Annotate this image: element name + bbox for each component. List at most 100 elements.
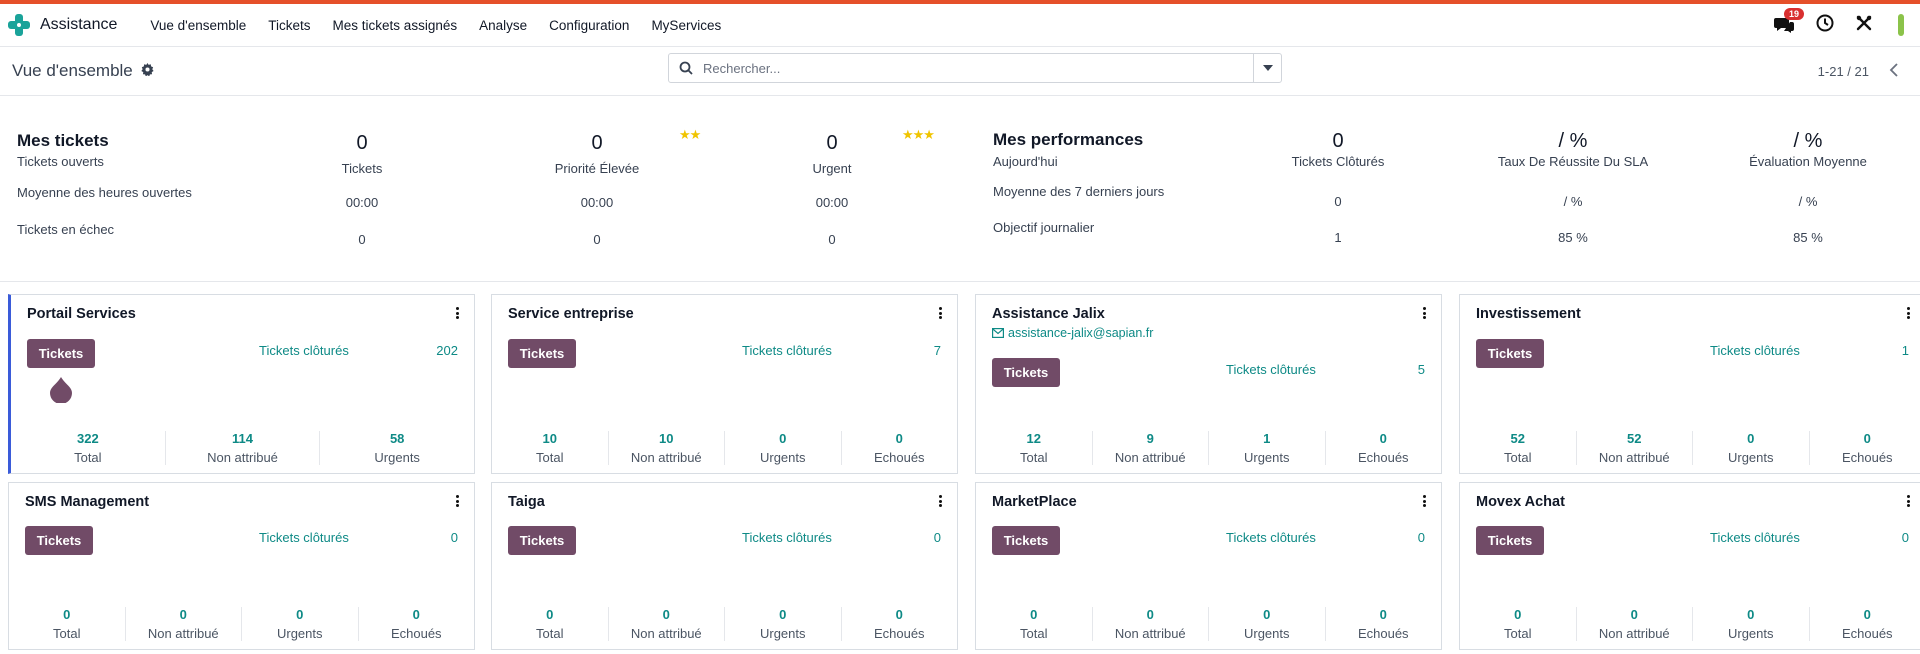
tickets-button[interactable]: Tickets (25, 526, 93, 555)
stat-unassigned[interactable]: 114 Non attribué (164, 431, 320, 465)
closed-tickets-count[interactable]: 5 (1418, 362, 1425, 377)
closed-tickets-count[interactable]: 0 (934, 530, 941, 545)
team-card-marketplace[interactable]: MarketPlace Tickets Tickets clôturés 0 0… (975, 482, 1442, 650)
closed-tickets-count[interactable]: 1 (1902, 343, 1909, 358)
stat-total[interactable]: 0 Total (1460, 607, 1576, 641)
team-email-address[interactable]: assistance-jalix@sapian.fr (1008, 326, 1153, 340)
stat-urgent[interactable]: 0 Urgents (241, 607, 358, 641)
tools-icon[interactable] (1856, 15, 1872, 36)
tickets-button[interactable]: Tickets (992, 358, 1060, 387)
stat-total[interactable]: 322 Total (11, 431, 165, 465)
stat-urgent[interactable]: 58 Urgents (319, 431, 474, 465)
high-priority-failed[interactable]: 0 (593, 232, 600, 247)
stat-urgent[interactable]: 0 Urgents (724, 431, 841, 465)
activity-clock-icon[interactable] (1816, 14, 1834, 37)
closed-tickets-count[interactable]: 0 (1902, 530, 1909, 545)
tickets-button[interactable]: Tickets (992, 526, 1060, 555)
stat-unassigned[interactable]: 10 Non attribué (607, 431, 725, 465)
team-card-assistance-jalix[interactable]: Assistance Jalix assistance-jalix@sapian… (975, 294, 1442, 474)
team-card-movex-achat[interactable]: Movex Achat Tickets Tickets clôturés 0 0… (1459, 482, 1920, 650)
closed-tickets-link[interactable]: Tickets clôturés (1710, 343, 1800, 358)
settings-gear-icon[interactable] (141, 61, 154, 81)
closed-tickets-link[interactable]: Tickets clôturés (742, 530, 832, 545)
stat-unassigned[interactable]: 0 Non attribué (1575, 607, 1693, 641)
tickets-button[interactable]: Tickets (1476, 526, 1544, 555)
card-menu-icon[interactable] (939, 495, 943, 507)
menu-item-myservices[interactable]: MyServices (640, 18, 732, 33)
stat-failed[interactable]: 0 Echoués (840, 607, 958, 641)
card-menu-icon[interactable] (456, 307, 460, 319)
stat-unassigned[interactable]: 0 Non attribué (1091, 607, 1209, 641)
menu-item-configuration[interactable]: Configuration (538, 18, 640, 33)
tickets-button[interactable]: Tickets (1476, 339, 1544, 368)
user-avatar[interactable] (1898, 14, 1904, 36)
card-menu-icon[interactable] (1907, 495, 1911, 507)
closed-tickets-count[interactable]: 0 (451, 530, 458, 545)
my-tickets-avg[interactable]: 00:00 (346, 195, 379, 210)
card-menu-icon[interactable] (1907, 307, 1911, 319)
stat-total[interactable]: 10 Total (492, 431, 608, 465)
high-priority-avg[interactable]: 00:00 (581, 195, 614, 210)
my-tickets-failed[interactable]: 0 (358, 232, 365, 247)
search-bar[interactable]: Rechercher... (668, 53, 1282, 83)
closed-tickets-link[interactable]: Tickets clôturés (1226, 362, 1316, 377)
team-name[interactable]: Investissement (1476, 306, 1581, 322)
stat-urgent[interactable]: 0 Urgents (1208, 607, 1325, 641)
tickets-button[interactable]: Tickets (508, 339, 576, 368)
team-card-investissement[interactable]: Investissement Tickets Tickets clôturés … (1459, 294, 1920, 474)
team-name[interactable]: Movex Achat (1476, 494, 1565, 510)
closed-tickets-link[interactable]: Tickets clôturés (259, 530, 349, 545)
team-card-sms-management[interactable]: SMS Management Tickets Tickets clôturés … (8, 482, 475, 650)
stat-total[interactable]: 52 Total (1460, 431, 1576, 465)
tickets-button[interactable]: Tickets (508, 526, 576, 555)
team-email[interactable]: assistance-jalix@sapian.fr (992, 326, 1153, 340)
stat-urgent[interactable]: 0 Urgents (1692, 431, 1809, 465)
team-name[interactable]: SMS Management (25, 494, 149, 510)
pager-value[interactable]: 1-21 / 21 (1818, 64, 1869, 79)
closed-tickets-link[interactable]: Tickets clôturés (1710, 530, 1800, 545)
closed-tickets-link[interactable]: Tickets clôturés (1226, 530, 1316, 545)
urgent-failed[interactable]: 0 (828, 232, 835, 247)
closed-tickets-link[interactable]: Tickets clôturés (259, 343, 349, 358)
stat-failed[interactable]: 0 Echoués (1808, 607, 1920, 641)
stat-failed[interactable]: 0 Echoués (1324, 607, 1442, 641)
closed-tickets-count[interactable]: 7 (934, 343, 941, 358)
search-options-toggle[interactable] (1253, 54, 1281, 82)
menu-item-analysis[interactable]: Analyse (468, 18, 538, 33)
urgent-avg[interactable]: 00:00 (816, 195, 849, 210)
stat-failed[interactable]: 0 Echoués (1324, 431, 1442, 465)
team-name[interactable]: MarketPlace (992, 494, 1077, 510)
pager-previous-icon[interactable] (1889, 62, 1898, 80)
team-name[interactable]: Taiga (508, 494, 545, 510)
stat-total[interactable]: 0 Total (9, 607, 125, 641)
stat-unassigned[interactable]: 9 Non attribué (1091, 431, 1209, 465)
urgent-count[interactable]: 0 (826, 132, 837, 155)
team-card-service-entreprise[interactable]: Service entreprise Tickets Tickets clôtu… (491, 294, 958, 474)
stat-unassigned[interactable]: 0 Non attribué (124, 607, 242, 641)
closed-tickets-count[interactable]: 0 (1418, 530, 1425, 545)
stat-total[interactable]: 0 Total (492, 607, 608, 641)
stat-failed[interactable]: 0 Echoués (357, 607, 475, 641)
team-card-taiga[interactable]: Taiga Tickets Tickets clôturés 0 0 Total … (491, 482, 958, 650)
menu-item-my-assigned[interactable]: Mes tickets assignés (322, 18, 469, 33)
team-name[interactable]: Portail Services (27, 306, 136, 322)
my-tickets-count[interactable]: 0 (356, 132, 367, 155)
stat-unassigned[interactable]: 52 Non attribué (1575, 431, 1693, 465)
team-name[interactable]: Service entreprise (508, 306, 634, 322)
stat-urgent[interactable]: 1 Urgents (1208, 431, 1325, 465)
menu-item-tickets[interactable]: Tickets (257, 18, 321, 33)
card-menu-icon[interactable] (1423, 307, 1427, 319)
tickets-button[interactable]: Tickets (27, 339, 95, 368)
card-menu-icon[interactable] (456, 495, 460, 507)
app-brand[interactable]: Assistance (8, 14, 117, 36)
stat-failed[interactable]: 0 Echoués (1808, 431, 1920, 465)
stat-total[interactable]: 0 Total (976, 607, 1092, 641)
team-card-portail-services[interactable]: Portail Services Tickets Tickets clôturé… (8, 294, 475, 474)
stat-total[interactable]: 12 Total (976, 431, 1092, 465)
messaging-icon[interactable]: 19 (1774, 8, 1805, 34)
card-menu-icon[interactable] (939, 307, 943, 319)
search-input[interactable]: Rechercher... (703, 61, 1253, 76)
stat-urgent[interactable]: 0 Urgents (1692, 607, 1809, 641)
stat-unassigned[interactable]: 0 Non attribué (607, 607, 725, 641)
stat-failed[interactable]: 0 Echoués (840, 431, 958, 465)
